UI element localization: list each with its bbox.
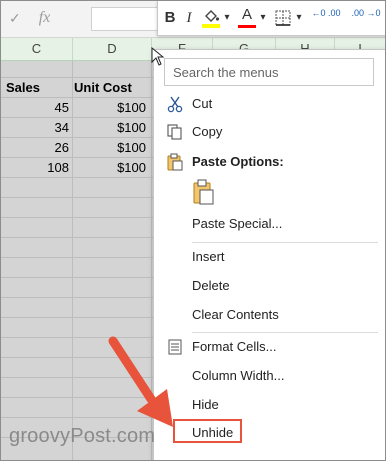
annotation-arrow	[108, 336, 173, 427]
excel-window: ✓ fx C D F G H I Sales Uni	[0, 0, 386, 461]
mouse-pointer-icon	[151, 47, 165, 66]
watermark-text: groovyPost.com	[9, 425, 156, 447]
